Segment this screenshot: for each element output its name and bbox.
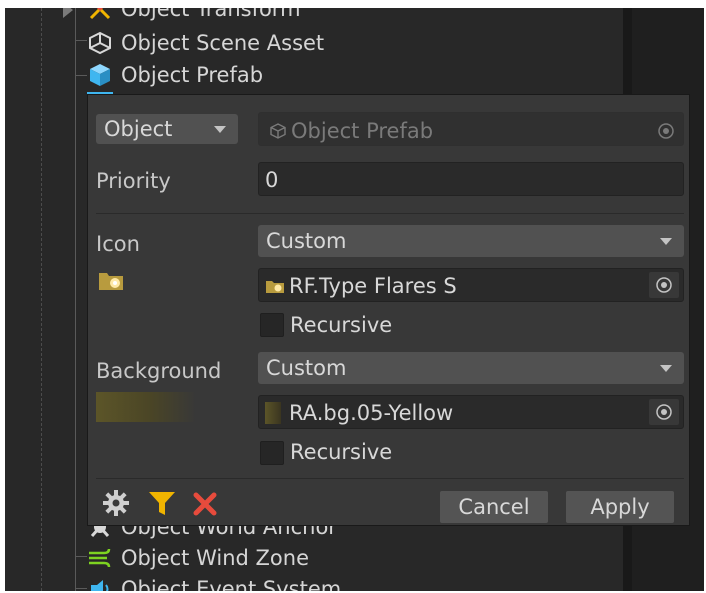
hierarchy-item-object-transform[interactable]: Object Transform — [87, 8, 301, 24]
cancel-button[interactable]: Cancel — [440, 491, 548, 523]
icon-recursive-label: Recursive — [290, 313, 393, 337]
background-swatch-preview — [96, 392, 196, 422]
tree-line — [75, 8, 76, 591]
swatch-thumbnail-icon — [265, 402, 281, 424]
icon-mode-dropdown[interactable]: Custom — [258, 225, 684, 257]
filter-icon[interactable] — [148, 491, 176, 522]
cube-outline-icon — [270, 123, 286, 139]
editor-canvas: Object Transform Object Scene Asset Obje… — [5, 8, 704, 591]
object-field[interactable]: Object Prefab — [258, 112, 684, 146]
apply-button[interactable]: Apply — [566, 491, 674, 523]
gear-icon[interactable] — [102, 489, 130, 522]
transform-gizmo-icon — [87, 8, 113, 22]
custom-style-popup: Object Object Prefab Priority 0 Icon Cus… — [87, 94, 690, 526]
type-dropdown[interactable]: Object — [96, 114, 238, 144]
footer-divider — [96, 478, 684, 479]
object-field-value: Object Prefab — [291, 119, 434, 143]
section-divider — [96, 213, 684, 214]
background-label: Background — [96, 359, 222, 383]
background-asset-field[interactable]: RA.bg.05-Yellow — [258, 395, 684, 429]
hierarchy-item-label: Object Scene Asset — [121, 31, 325, 55]
hierarchy-item-object-event-system[interactable]: Object Event System — [87, 574, 341, 591]
event-system-icon — [87, 576, 113, 591]
background-asset-value: RA.bg.05-Yellow — [289, 401, 454, 425]
tree-connector — [75, 40, 87, 41]
hierarchy-item-label: Object Prefab — [121, 63, 264, 87]
wind-zone-icon — [87, 545, 113, 571]
delete-icon[interactable] — [192, 491, 218, 522]
hierarchy-item-object-scene-asset[interactable]: Object Scene Asset — [87, 28, 324, 58]
hierarchy-item-object-wind-zone[interactable]: Object Wind Zone — [87, 543, 309, 573]
chevron-down-icon — [660, 365, 672, 372]
folder-flare-small-icon — [266, 281, 284, 293]
chevron-down-icon — [660, 238, 672, 245]
type-dropdown-value: Object — [104, 117, 173, 141]
background-asset-content: RA.bg.05-Yellow — [265, 401, 453, 425]
icon-recursive-checkbox[interactable] — [260, 313, 284, 337]
tree-connector — [75, 556, 87, 557]
background-mode-value: Custom — [266, 356, 347, 380]
expand-arrow-icon[interactable] — [63, 8, 73, 18]
unity-scene-icon — [87, 30, 113, 56]
icon-asset-field[interactable]: RF.Type Flares S — [258, 268, 684, 302]
hierarchy-item-object-prefab[interactable]: Object Prefab — [87, 60, 263, 90]
object-picker-icon[interactable] — [657, 121, 675, 145]
background-recursive-checkbox[interactable] — [260, 441, 284, 465]
icon-label: Icon — [96, 232, 140, 256]
background-recursive-label: Recursive — [290, 440, 393, 464]
hierarchy-item-label: Object Transform — [121, 8, 301, 21]
icon-mode-value: Custom — [266, 229, 347, 253]
priority-label: Priority — [96, 169, 171, 193]
folder-flare-icon — [98, 269, 124, 296]
tree-connector — [75, 75, 87, 76]
object-field-content: Object Prefab — [269, 119, 433, 143]
background-mode-dropdown[interactable]: Custom — [258, 352, 684, 384]
priority-value: 0 — [265, 168, 279, 192]
icon-asset-content: RF.Type Flares S — [265, 274, 457, 298]
hierarchy-item-label: Object Wind Zone — [121, 546, 309, 570]
chevron-down-icon — [214, 126, 226, 133]
tree-connector — [75, 588, 87, 589]
hierarchy-item-label: Object Event System — [121, 577, 342, 591]
priority-input[interactable]: 0 — [258, 162, 684, 196]
object-picker-icon[interactable] — [649, 399, 679, 425]
prefab-cube-icon — [87, 62, 113, 88]
icon-asset-value: RF.Type Flares S — [289, 274, 457, 298]
indent-guide — [41, 8, 42, 591]
object-picker-icon[interactable] — [649, 272, 679, 298]
